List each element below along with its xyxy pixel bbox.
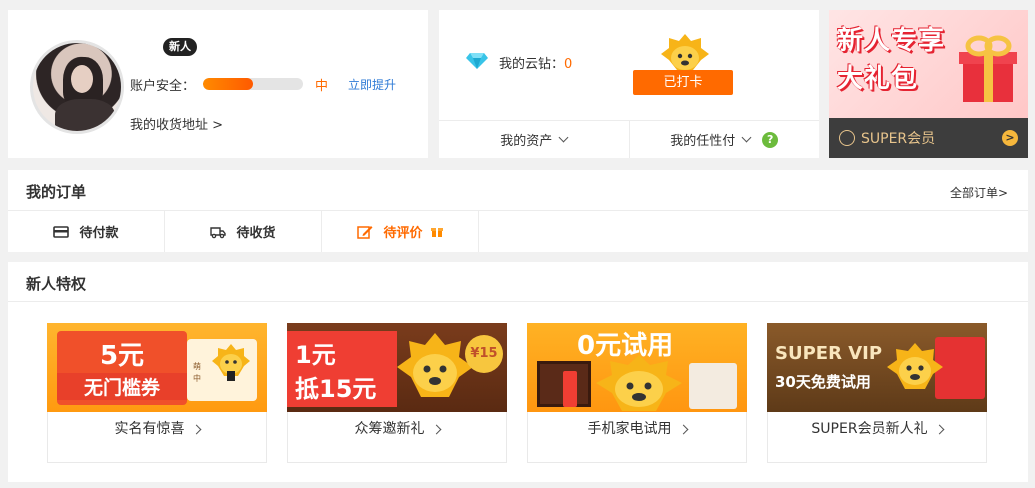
perk-caption[interactable]: 实名有惊喜 xyxy=(48,418,266,438)
promo-headline: 新人专享 大礼包 xyxy=(837,22,945,98)
perk-image-coupon[interactable]: 萌中 5元 无门槛券 xyxy=(47,323,267,412)
crowdfund-line-2: 抵15元 xyxy=(295,375,377,403)
card-icon xyxy=(53,225,70,238)
user-avatar[interactable] xyxy=(30,40,124,134)
lion-mascot-icon xyxy=(661,34,709,70)
crown-icon xyxy=(839,130,855,146)
all-orders-link[interactable]: 全部订单> xyxy=(950,184,1008,201)
perk-card-super-vip[interactable]: SUPER VIP 30天免费试用 SUPER会员新人礼 xyxy=(767,323,987,463)
order-tab-label: 待付款 xyxy=(79,226,119,241)
checkin-button[interactable]: 已打卡 xyxy=(633,70,733,95)
security-progress-fill xyxy=(203,78,254,90)
renxingfu-dropdown[interactable]: 我的任性付 ? xyxy=(628,121,820,158)
order-tab-pending-receipt[interactable]: 待收货 xyxy=(165,211,322,252)
coupon-amount: 5元 xyxy=(99,341,145,371)
orders-title: 我的订单 xyxy=(26,183,87,201)
vip-line-2: 30天免费试用 xyxy=(775,373,871,391)
vip-line-1: SUPER VIP xyxy=(775,343,883,364)
gift-pack-banner-image[interactable]: 新人专享 大礼包 xyxy=(829,10,1028,118)
perk-caption-text: SUPER会员新人礼 xyxy=(811,421,928,437)
my-assets-label: 我的资产 xyxy=(500,134,553,149)
super-member-label: SUPER会员 xyxy=(861,131,936,147)
security-label: 账户安全： xyxy=(130,78,196,94)
order-tab-label: 待收货 xyxy=(236,226,276,241)
chevron-right-icon xyxy=(431,424,441,435)
renxingfu-label: 我的任性付 xyxy=(670,134,736,149)
avatar-body xyxy=(55,99,115,131)
help-icon[interactable]: ? xyxy=(762,131,779,148)
perk-image-trial[interactable]: 0元试用 xyxy=(527,323,747,412)
perk-card-trial[interactable]: 0元试用 手机家电试用 xyxy=(527,323,747,463)
new-user-perks-section: 新人特权 萌中 5元 无门槛券 实名有惊喜 1元 抵15元 ¥15 众筹邀新礼 … xyxy=(8,262,1028,482)
perk-caption-text: 手机家电试用 xyxy=(587,421,672,437)
washer-shape xyxy=(689,363,737,409)
crowdfund-line-1: 1元 xyxy=(295,341,336,369)
lion-mascot-icon xyxy=(596,355,682,411)
upgrade-security-link[interactable]: 立即提升 xyxy=(348,76,396,93)
chevron-right-icon xyxy=(191,424,201,435)
diamond-icon xyxy=(466,53,488,69)
super-member-bar[interactable]: SUPER会员 > xyxy=(829,118,1028,158)
lion-mascot-icon xyxy=(212,344,250,381)
chevron-down-icon xyxy=(741,132,752,143)
assets-footer: 我的资产 我的任性付 ? xyxy=(439,120,819,158)
gift-icon xyxy=(430,227,443,237)
lion-mascot-icon xyxy=(887,343,943,389)
promo-line-1: 新人专享 xyxy=(837,26,946,56)
perks-title: 新人特权 xyxy=(26,275,87,293)
perks-header: 新人特权 xyxy=(8,262,1028,302)
arrow-right-icon: > xyxy=(1002,130,1018,146)
lion-mascot-icon xyxy=(397,333,473,397)
security-progress-bar xyxy=(203,78,304,90)
my-assets-dropdown[interactable]: 我的资产 xyxy=(439,121,629,158)
gift-box-icon xyxy=(959,35,1017,102)
order-tab-label: 待评价 xyxy=(383,226,423,241)
edit-icon xyxy=(357,225,373,239)
perk-card-crowdfund[interactable]: 1元 抵15元 ¥15 众筹邀新礼 xyxy=(287,323,507,463)
perk-caption-text: 实名有惊喜 xyxy=(114,421,185,437)
account-security: 账户安全： 中 立即提升 xyxy=(130,74,396,94)
coin-badge: ¥15 xyxy=(465,335,503,373)
user-card: 新人 账户安全： 中 立即提升 我的收货地址 > xyxy=(8,10,428,158)
yunzuan-balance: 我的云钻：0 xyxy=(499,53,572,72)
my-orders-section: 我的订单 全部订单> 待付款 待收货 待评价 xyxy=(8,170,1028,252)
perk-caption[interactable]: 众筹邀新礼 xyxy=(288,418,506,438)
truck-icon xyxy=(210,226,227,238)
yunzuan-label: 我的云钻： xyxy=(499,57,565,72)
new-user-badge: 新人 xyxy=(163,38,197,56)
security-level: 中 xyxy=(315,78,329,94)
perk-caption-text: 众筹邀新礼 xyxy=(354,421,425,437)
orders-tabs: 待付款 待收货 待评价 xyxy=(8,210,1028,252)
promo-line-2: 大礼包 xyxy=(837,64,919,94)
shipping-address-link[interactable]: 我的收货地址 > xyxy=(130,114,223,133)
coupon-desc: 无门槛券 xyxy=(57,373,187,400)
perk-caption[interactable]: SUPER会员新人礼 xyxy=(768,418,986,438)
avatar-face xyxy=(71,65,93,93)
assets-card: 我的云钻：0 已打卡 我的资产 我的任性付 ? xyxy=(439,10,819,158)
order-tab-pending-payment[interactable]: 待付款 xyxy=(8,211,165,252)
chevron-right-icon xyxy=(934,424,945,435)
yunzuan-value: 0 xyxy=(564,57,573,72)
perk-card-realname[interactable]: 萌中 5元 无门槛券 实名有惊喜 xyxy=(47,323,267,463)
coupon-side-text: 萌中 xyxy=(193,362,201,383)
perk-image-crowdfund[interactable]: 1元 抵15元 ¥15 xyxy=(287,323,507,412)
phone-shape xyxy=(563,371,577,407)
order-tab-pending-review[interactable]: 待评价 xyxy=(322,211,479,252)
chevron-right-icon xyxy=(678,424,688,435)
perk-caption[interactable]: 手机家电试用 xyxy=(528,418,746,438)
chevron-down-icon xyxy=(558,132,569,143)
promo-banner[interactable]: 新人专享 大礼包 SUPER会员 > xyxy=(829,10,1028,158)
perk-image-super-vip[interactable]: SUPER VIP 30天免费试用 xyxy=(767,323,987,412)
